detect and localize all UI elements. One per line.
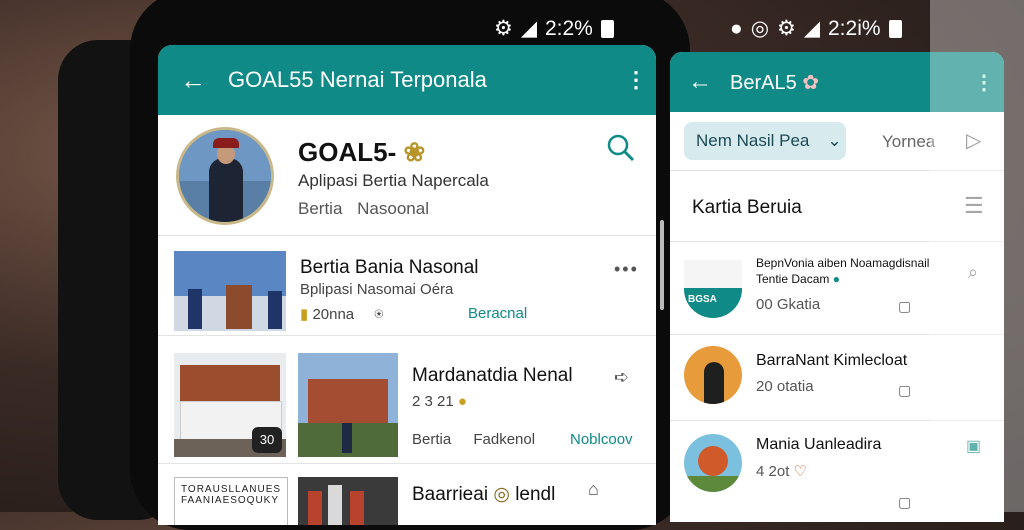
medal-icon: ✿ bbox=[802, 71, 820, 94]
list-item-title: BepnVonia aiben Noamagdisnail bbox=[756, 256, 930, 270]
status-time-left: 2:2% bbox=[544, 16, 593, 40]
nfc-icon: ⚙ bbox=[777, 17, 796, 40]
calendar-icon[interactable]: ▢ bbox=[898, 382, 911, 399]
calendar-icon[interactable]: ▢ bbox=[898, 298, 911, 315]
news-item[interactable]: Bertia Bania Nasonal Bplipasi Nasomai Oé… bbox=[158, 235, 656, 336]
news-thumbnail bbox=[298, 353, 398, 457]
list-item-title: Mania Uanleadira bbox=[756, 436, 882, 453]
news-thumbnail: TORAUSLLANUES FAANIAESOQUKY bbox=[174, 477, 288, 525]
back-arrow-icon[interactable]: ← bbox=[158, 65, 228, 96]
list-item-thumbnail bbox=[684, 346, 742, 404]
profile-name: GOAL5- bbox=[298, 137, 397, 167]
filter-chip-label: Nem Nasil Pea bbox=[696, 131, 810, 150]
video-duration-badge: 30 bbox=[252, 427, 282, 453]
share-icon[interactable]: ⍟ bbox=[374, 306, 383, 323]
status-bar-right: ● ◎ ⚙ ◢ 2:2i% bbox=[730, 16, 902, 41]
coin-icon: ● bbox=[457, 393, 467, 410]
coin-icon: ◎ bbox=[493, 484, 510, 505]
app-title: GOAL55 Nernai Terponala bbox=[228, 67, 487, 92]
battery-icon bbox=[888, 19, 902, 38]
news-logo: BGSA bbox=[684, 260, 742, 318]
status-bar-left: ⚙ ◢ 2:2% bbox=[494, 16, 614, 41]
medal-icon: ❀ bbox=[403, 137, 426, 167]
news-title: Bertia Bania Nasonal bbox=[300, 257, 479, 278]
news-title-suffix: lendl bbox=[515, 484, 556, 505]
news-item[interactable]: TORAUSLLANUES FAANIAESOQUKY Baarrieai ◎ … bbox=[158, 463, 656, 525]
news-thumbnail bbox=[298, 477, 398, 525]
main-screen: ← GOAL55 Nernai Terponala ⋮ GOAL5- ❀ Apl… bbox=[158, 45, 656, 525]
verified-icon: ● bbox=[832, 272, 840, 286]
news-category: Bertia bbox=[412, 431, 452, 448]
news-title: Mardanatdia Nenal bbox=[412, 365, 573, 386]
profile-meta-category: Bertia bbox=[298, 199, 343, 218]
news-date: 2 3 21 bbox=[412, 393, 454, 410]
more-options-icon[interactable]: ••• bbox=[614, 259, 639, 280]
signal-icon: ◢ bbox=[803, 17, 820, 40]
drop-icon: ● bbox=[730, 16, 743, 40]
section-title: Kartia Beruia bbox=[692, 197, 802, 218]
list-item-thumbnail bbox=[684, 434, 742, 492]
app-bar: ← GOAL55 Nernai Terponala ⋮ bbox=[158, 45, 656, 115]
alarm-icon: ◎ bbox=[750, 17, 770, 40]
battery-icon bbox=[600, 19, 614, 38]
scrollbar[interactable] bbox=[660, 220, 664, 310]
list-item-meta: 4 2ot bbox=[756, 463, 790, 480]
nfc-icon: ⚙ bbox=[494, 17, 513, 40]
thumbnail-text: TORAUSLLANUES FAANIAESOQUKY bbox=[181, 484, 282, 506]
bookmark-icon[interactable]: ▮ bbox=[300, 306, 308, 323]
edge-overlay bbox=[930, 0, 1024, 512]
back-arrow-icon[interactable]: ← bbox=[670, 68, 730, 96]
secondary-app-title: BerAL5 bbox=[730, 71, 797, 94]
share-arrow-icon[interactable]: ➪ bbox=[614, 367, 631, 388]
list-item-meta: 20 otatia bbox=[756, 378, 814, 395]
more-menu-icon[interactable]: ⋮ bbox=[616, 67, 656, 93]
list-item-title: BarraNant Kimlecloat bbox=[756, 352, 908, 369]
news-thumbnail: 30 bbox=[174, 353, 286, 457]
signal-icon: ◢ bbox=[520, 17, 537, 40]
heart-icon[interactable]: ♡ bbox=[794, 463, 807, 480]
list-item-subtitle: Tentie Dacam bbox=[756, 272, 830, 286]
news-item[interactable]: 30 Mardanatdia Nenal ➪ 2 3 21 ● Bertia F… bbox=[158, 335, 656, 464]
home-icon[interactable]: ⌂ bbox=[588, 479, 601, 500]
news-tag[interactable]: Beracnal bbox=[468, 305, 527, 322]
avatar[interactable] bbox=[176, 127, 274, 225]
profile-meta-scope: Nasoonal bbox=[357, 199, 429, 218]
status-time-right: 2:2i% bbox=[828, 16, 881, 40]
search-icon[interactable] bbox=[606, 133, 636, 168]
profile-header: GOAL5- ❀ Aplipasi Bertia Napercala Berti… bbox=[158, 115, 656, 236]
calendar-icon[interactable]: ▢ bbox=[898, 494, 911, 511]
news-time: 20nna bbox=[312, 306, 355, 323]
filter-dropdown[interactable]: Nem Nasil Pea ⌄ bbox=[684, 122, 846, 160]
news-region: Fadkenol bbox=[473, 431, 536, 448]
news-thumbnail bbox=[174, 251, 286, 331]
profile-subtitle: Aplipasi Bertia Napercala bbox=[298, 171, 489, 190]
news-subtitle: Bplipasi Nasomai Oéra bbox=[300, 281, 454, 298]
logo-badge: BGSA bbox=[688, 294, 717, 305]
news-tag[interactable]: Noblcoov bbox=[570, 431, 633, 448]
filter-option[interactable]: Yornea bbox=[882, 132, 935, 152]
chevron-down-icon: ⌄ bbox=[827, 131, 842, 150]
list-item-meta: 00 Gkatia bbox=[756, 296, 821, 313]
news-title: Baarrieai bbox=[412, 484, 489, 505]
